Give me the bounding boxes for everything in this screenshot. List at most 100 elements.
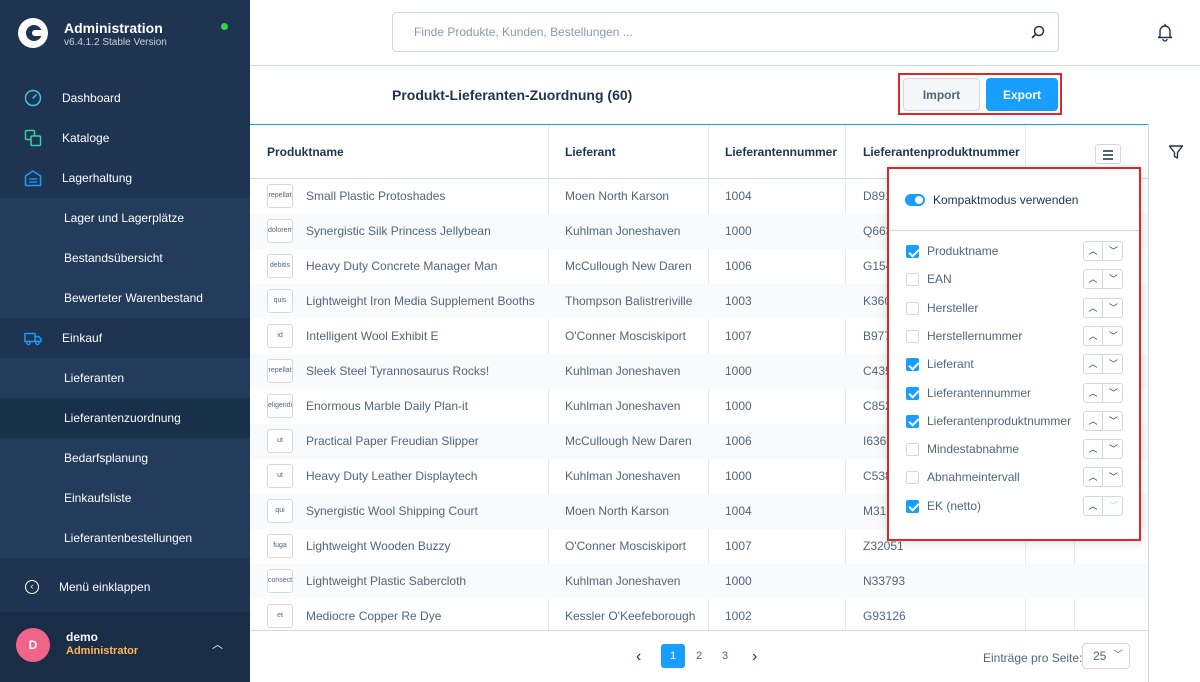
column-checkbox[interactable] xyxy=(906,499,919,513)
sidebar-item-bestandsuebersicht[interactable]: Bestandsübersicht xyxy=(0,238,250,278)
product-thumbnail: eligendi xyxy=(267,394,293,418)
chevron-up-icon[interactable]: ︿ xyxy=(1084,383,1103,402)
compact-mode-toggle[interactable] xyxy=(905,194,925,206)
product-name-cell[interactable]: Mediocre Copper Re Dye xyxy=(306,599,542,630)
sidebar-item-lieferanten[interactable]: Lieferanten xyxy=(0,358,250,398)
chevron-down-icon[interactable]: ﹀ xyxy=(1104,412,1123,430)
avatar: D xyxy=(16,628,50,662)
sidebar-item-einkaufsliste[interactable]: Einkaufsliste xyxy=(0,478,250,518)
table-row[interactable]: et Mediocre Copper Re Dye Kessler O'Keefeb… xyxy=(250,599,1148,630)
chevron-right-icon[interactable]: › xyxy=(752,648,757,666)
column-header-supplier[interactable]: Lieferant xyxy=(549,125,709,179)
column-header-product-name[interactable]: Produktname xyxy=(250,125,549,179)
column-checkbox[interactable] xyxy=(906,245,919,258)
search-input[interactable] xyxy=(393,13,1013,51)
chevron-up-icon[interactable]: ︿ xyxy=(1084,440,1103,459)
chevron-left-icon[interactable]: ‹ xyxy=(636,648,641,666)
column-checkbox[interactable] xyxy=(906,386,919,400)
product-thumbnail: consectetur xyxy=(267,569,293,593)
search-icon[interactable] xyxy=(1031,25,1045,39)
chevron-up-icon[interactable]: ︿ xyxy=(1084,468,1103,487)
page-button-3[interactable]: 3 xyxy=(713,644,737,668)
table-row[interactable]: consectetur Lightweight Plastic Saberclot… xyxy=(250,564,1148,599)
compact-mode-label: Kompaktmodus verwenden xyxy=(933,193,1079,207)
sidebar-item-label: Lieferantenzuordnung xyxy=(64,411,181,425)
column-header-supplier-number[interactable]: Lieferantennummer xyxy=(709,125,846,179)
sidebar-item-label: Bestandsübersicht xyxy=(64,251,163,265)
chevron-down-icon[interactable]: ﹀ xyxy=(1104,440,1123,458)
product-name-cell[interactable]: Practical Paper Freudian Slipper xyxy=(306,424,542,459)
chevron-up-icon[interactable]: ︿ xyxy=(1084,242,1103,260)
chevron-down-icon[interactable]: ﹀ xyxy=(1104,497,1123,515)
chevron-left-circle-icon: ‹ xyxy=(25,580,39,594)
page-button-2[interactable]: 2 xyxy=(687,644,711,668)
filter-icon[interactable] xyxy=(1168,144,1184,160)
sidebar-item-bedarfsplanung[interactable]: Bedarfsplanung xyxy=(0,438,250,478)
column-checkbox[interactable] xyxy=(906,471,919,485)
sidebar-item-lager-und-lagerplaetze[interactable]: Lager und Lagerplätze xyxy=(0,198,250,238)
product-name-cell[interactable]: Heavy Duty Concrete Manager Man xyxy=(306,249,542,284)
column-checkbox[interactable] xyxy=(906,273,919,287)
column-checkbox[interactable] xyxy=(906,301,919,315)
sidebar-item-einkauf[interactable]: Einkauf xyxy=(0,318,250,358)
page-button-1[interactable]: 1 xyxy=(661,644,685,668)
column-settings-button[interactable] xyxy=(1095,144,1121,164)
import-button[interactable]: Import xyxy=(903,78,980,111)
chevron-down-icon[interactable]: ﹀ xyxy=(1104,242,1123,260)
sidebar-item-label: Kataloge xyxy=(62,131,110,145)
bell-icon[interactable] xyxy=(1155,22,1175,42)
column-order-buttons: ︿ ﹀ xyxy=(1083,269,1123,290)
chevron-down-icon[interactable]: ﹀ xyxy=(1104,468,1123,486)
chevron-up-icon[interactable]: ︿ xyxy=(1084,298,1103,317)
sidebar-item-label: Lieferantenbestellungen xyxy=(64,531,193,545)
chevron-up-icon[interactable]: ︿ xyxy=(1084,326,1103,345)
export-button[interactable]: Export xyxy=(986,78,1058,111)
column-setting-label: Abnahmeintervall xyxy=(927,470,1020,485)
brand: Administration v6.4.1.2 Stable Version xyxy=(0,0,250,70)
column-checkbox[interactable] xyxy=(906,414,919,428)
product-name-cell[interactable]: Intelligent Wool Exhibit E xyxy=(306,319,542,354)
chevron-up-icon[interactable]: ︿ xyxy=(1084,355,1103,374)
column-checkbox[interactable] xyxy=(906,329,919,343)
column-checkbox[interactable] xyxy=(906,443,919,457)
shopware-logo-icon[interactable] xyxy=(18,18,48,48)
per-page-select[interactable]: 25 ﹀ xyxy=(1082,643,1130,669)
column-order-buttons: ︿ ﹀ xyxy=(1083,297,1123,318)
column-setting-label: Lieferantennummer xyxy=(927,385,1032,400)
supplier-number-cell: 1004 xyxy=(725,504,752,518)
product-name-cell[interactable]: Small Plastic Protoshades xyxy=(306,179,542,214)
product-name-cell[interactable]: Lightweight Plastic Sabercloth xyxy=(306,564,542,599)
chevron-up-icon[interactable]: ︿ xyxy=(1084,496,1103,515)
user-menu[interactable]: D demo Administrator ︿ xyxy=(0,612,250,682)
chevron-down-icon[interactable]: ﹀ xyxy=(1104,299,1123,317)
product-name-cell[interactable]: Lightweight Iron Media Supplement Booths xyxy=(306,284,542,319)
chevron-down-icon[interactable]: ﹀ xyxy=(1104,270,1123,288)
sidebar-item-dashboard[interactable]: Dashboard xyxy=(0,78,250,118)
product-name-cell[interactable]: Lightweight Wooden Buzzy xyxy=(306,529,542,564)
product-name-cell[interactable]: Synergistic Wool Shipping Court xyxy=(306,494,542,529)
sidebar-item-lieferantenbestellungen[interactable]: Lieferantenbestellungen xyxy=(0,518,250,558)
sidebar-item-lieferantenzuordnung[interactable]: Lieferantenzuordnung xyxy=(0,398,250,438)
chevron-up-icon[interactable]: ︿ xyxy=(1084,411,1103,430)
sidebar-item-lagerhaltung[interactable]: Lagerhaltung xyxy=(0,158,250,198)
supplier-product-number-cell: G93126 xyxy=(863,609,906,623)
sidebar-item-kataloge[interactable]: Kataloge xyxy=(0,118,250,158)
column-order-buttons: ︿ ﹀ xyxy=(1083,439,1123,460)
sidebar-item-label: Lager und Lagerplätze xyxy=(64,211,185,225)
sidebar-item-bewerteter-warenbestand[interactable]: Bewerteter Warenbestand xyxy=(0,278,250,318)
column-setting-ean: EAN ︿ ﹀ xyxy=(889,266,1139,294)
product-name-cell[interactable]: Enormous Marble Daily Plan-it xyxy=(306,389,542,424)
collapse-menu-button[interactable]: ‹ Menü einklappen xyxy=(0,567,250,607)
chevron-down-icon[interactable]: ﹀ xyxy=(1104,355,1123,373)
chevron-up-icon[interactable]: ︿ xyxy=(1084,270,1103,289)
product-name-cell[interactable]: Heavy Duty Leather Displaytech xyxy=(306,459,542,494)
column-checkbox[interactable] xyxy=(906,358,919,372)
supplier-cell: O'Conner Mosciskiport xyxy=(565,539,686,553)
product-name-cell[interactable]: Sleek Steel Tyrannosaurus Rocks! xyxy=(306,354,542,389)
gauge-icon xyxy=(24,89,42,107)
product-name-cell[interactable]: Synergistic Silk Princess Jellybean xyxy=(306,214,542,249)
chevron-down-icon[interactable]: ﹀ xyxy=(1104,384,1123,402)
supplier-number-cell: 1000 xyxy=(725,469,752,483)
chevron-up-icon[interactable]: ︿ xyxy=(212,636,223,652)
chevron-down-icon[interactable]: ﹀ xyxy=(1104,327,1123,345)
